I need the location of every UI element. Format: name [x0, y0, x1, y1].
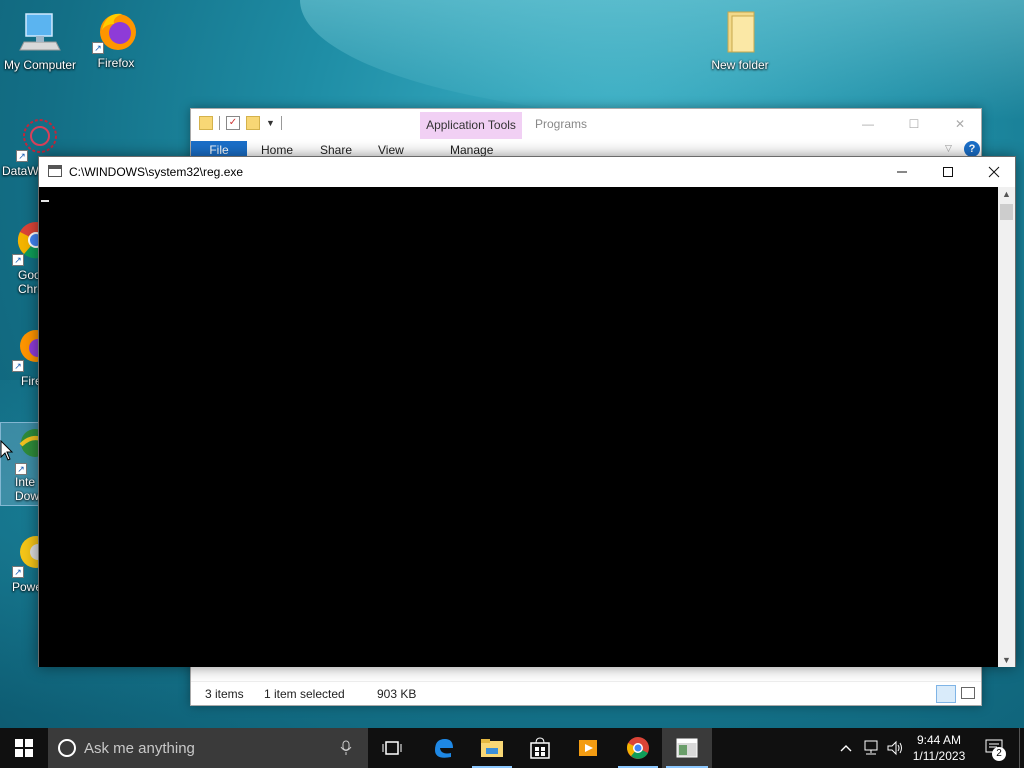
notification-count-badge: 2	[992, 747, 1006, 761]
network-icon	[864, 740, 878, 755]
desktop-icon-my-computer[interactable]: My Computer	[0, 8, 80, 72]
taskbar-media-player[interactable]	[564, 728, 612, 768]
desktop-icon-firefox[interactable]: ↗ Firefox	[76, 6, 156, 70]
edge-icon	[435, 739, 453, 758]
clock-time: 9:44 AM	[916, 733, 962, 747]
help-icon[interactable]: ?	[964, 141, 980, 157]
search-placeholder: Ask me anything	[84, 740, 195, 757]
wallpaper-highlight	[300, 0, 1024, 120]
shortcut-arrow-icon: ↗	[12, 360, 24, 372]
chrome-icon	[627, 737, 649, 759]
console-icon	[676, 738, 698, 758]
maximize-button[interactable]: ☐	[891, 109, 937, 139]
details-view-icon[interactable]	[936, 685, 956, 703]
explorer-titlebar[interactable]: ✓ ▼ Application Tools Programs — ☐ ✕	[191, 109, 981, 139]
console-window[interactable]: C:\WINDOWS\system32\reg.exe ▲ ▼	[38, 156, 1016, 667]
network-button[interactable]	[860, 728, 882, 768]
selection-size: 903 KB	[377, 687, 417, 701]
console-output[interactable]	[39, 187, 999, 667]
customize-toolbar-icon[interactable]: ▼	[266, 118, 275, 128]
desktop-icon-new-folder[interactable]: New folder	[700, 8, 780, 72]
console-scrollbar[interactable]: ▲ ▼	[998, 187, 1015, 667]
chevron-up-icon	[840, 745, 852, 752]
desktop-icon-label: My Computer	[3, 58, 77, 72]
taskbar-edge[interactable]	[418, 728, 468, 768]
store-icon	[530, 737, 550, 759]
taskbar-reg-console[interactable]	[662, 728, 712, 768]
item-count: 3 items	[205, 687, 244, 701]
divider	[280, 116, 282, 130]
console-titlebar[interactable]: C:\WINDOWS\system32\reg.exe	[39, 157, 1015, 187]
file-explorer-icon	[481, 739, 503, 757]
shortcut-arrow-icon: ↗	[12, 566, 24, 578]
status-bar: 3 items 1 item selected 903 KB	[191, 681, 981, 705]
task-view-icon	[382, 741, 402, 755]
cortana-icon	[58, 739, 76, 757]
folder-icon	[716, 8, 764, 56]
console-app-icon	[48, 165, 62, 177]
taskbar-file-explorer[interactable]	[468, 728, 516, 768]
divider	[219, 116, 220, 130]
shortcut-arrow-icon: ↗	[15, 463, 27, 475]
show-hidden-icons-button[interactable]	[836, 728, 856, 768]
action-center-button[interactable]: 2	[978, 728, 1012, 768]
selection-count: 1 item selected	[264, 687, 345, 701]
minimize-button[interactable]: —	[845, 109, 891, 139]
windows-icon	[15, 739, 33, 757]
search-box[interactable]: Ask me anything	[48, 728, 368, 768]
volume-button[interactable]	[884, 728, 906, 768]
clock-date: 1/11/2023	[912, 749, 966, 763]
shortcut-arrow-icon: ↗	[12, 254, 24, 266]
close-button[interactable]: ✕	[937, 109, 983, 139]
start-button[interactable]	[0, 728, 48, 768]
speaker-icon	[887, 740, 902, 756]
shortcut-arrow-icon: ↗	[92, 42, 104, 54]
desktop-icon-label: Firefox	[97, 56, 135, 70]
scroll-down-icon[interactable]: ▼	[1002, 655, 1011, 665]
scroll-thumb[interactable]	[1000, 204, 1013, 220]
datawrapper-icon: ↗	[16, 114, 64, 162]
microphone-icon	[340, 740, 352, 755]
application-tools-context: Application Tools	[420, 112, 522, 139]
scroll-up-icon[interactable]: ▲	[1002, 189, 1011, 199]
properties-icon[interactable]: ✓	[226, 116, 240, 130]
shortcut-arrow-icon: ↗	[16, 150, 28, 162]
window-title: Programs	[535, 117, 588, 131]
large-icons-view-icon[interactable]	[961, 687, 975, 699]
new-folder-icon[interactable]	[246, 116, 260, 130]
desktop-icon-label: Inte Dow	[15, 475, 40, 503]
text-cursor	[41, 200, 49, 202]
show-desktop-button[interactable]	[1019, 728, 1024, 768]
minimize-button[interactable]	[879, 157, 925, 187]
firefox-icon: ↗	[92, 6, 140, 54]
close-button[interactable]	[971, 157, 1017, 187]
console-title: C:\WINDOWS\system32\reg.exe	[69, 165, 244, 179]
media-player-icon	[579, 740, 597, 756]
maximize-button[interactable]	[925, 157, 971, 187]
clock[interactable]: 9:44 AM 1/11/2023	[908, 728, 970, 768]
taskbar-store[interactable]	[516, 728, 564, 768]
taskbar: Ask me anything 9:44 AM 1/11/2023 2	[0, 728, 1024, 768]
desktop-icon-label: New folder	[711, 58, 769, 72]
expand-ribbon-icon[interactable]: ▽	[945, 143, 952, 154]
task-view-button[interactable]	[368, 728, 416, 768]
computer-icon	[16, 8, 64, 56]
folder-icon[interactable]	[199, 116, 213, 130]
taskbar-chrome[interactable]	[614, 728, 662, 768]
quick-access-toolbar: ✓ ▼	[199, 116, 282, 130]
mouse-cursor-icon	[0, 439, 14, 465]
